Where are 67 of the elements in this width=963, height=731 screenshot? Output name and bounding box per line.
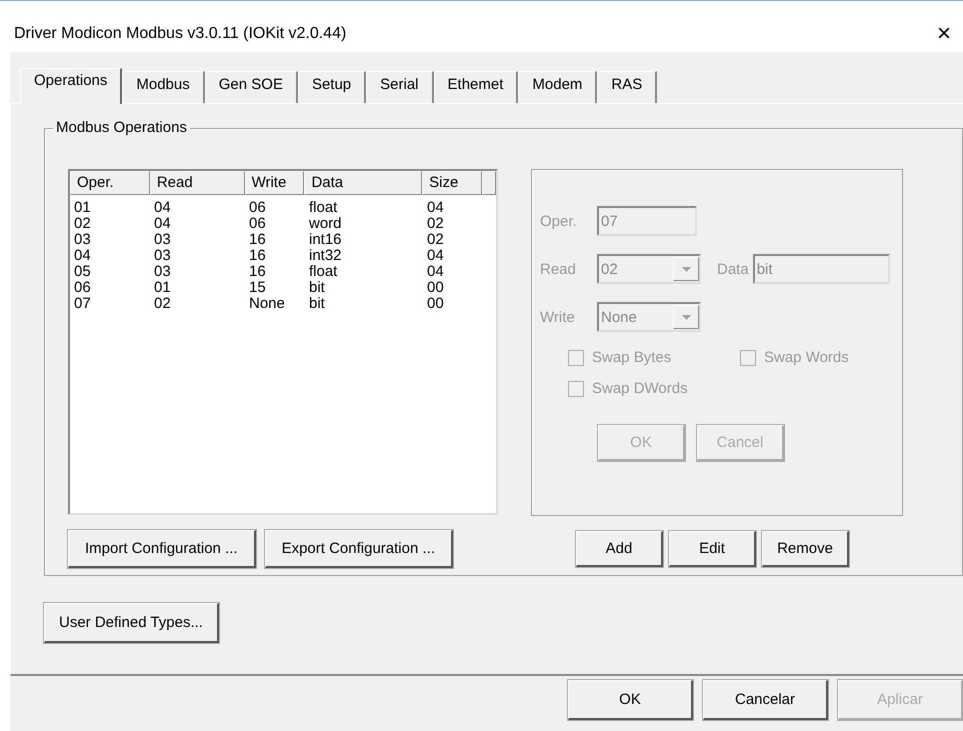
- tab[interactable]: Operations: [20, 68, 122, 104]
- table-cell-text: float: [308, 264, 338, 280]
- caret-icon: [682, 266, 690, 272]
- field-label: Data: [717, 260, 749, 278]
- table-cell-text: 02: [73, 216, 92, 232]
- window-title: Driver Modicon Modbus v3.0.11 (IOKit v2.0.44): [14, 24, 346, 42]
- table-cell-text: 06: [248, 200, 267, 216]
- table-cell-text: int32: [308, 248, 343, 264]
- table-cell-text: 04: [426, 248, 445, 264]
- table-cell-text: 03: [73, 232, 92, 248]
- operation-button[interactable]: Remove: [762, 531, 849, 567]
- table-cell-text: 00: [426, 280, 445, 296]
- field-label: Write: [540, 308, 576, 326]
- tab[interactable]: Gen SOE: [204, 71, 298, 103]
- table-cell-text: 16: [248, 248, 267, 264]
- table-cell-text: 06: [73, 280, 92, 296]
- table-cell-text: 16: [248, 232, 267, 248]
- column-header[interactable]: Data: [304, 171, 422, 195]
- caret-icon: [682, 314, 690, 320]
- empty-column-header: [482, 171, 496, 195]
- tab[interactable]: RAS: [597, 71, 658, 103]
- tab[interactable]: Ethemet: [434, 71, 518, 103]
- column-header[interactable]: Read: [150, 171, 245, 195]
- table-cell-text: 07: [73, 296, 92, 312]
- dialog-button[interactable]: Cancelar: [703, 680, 828, 720]
- tab[interactable]: Modem: [518, 71, 598, 103]
- table-cell-text: 00: [426, 296, 445, 312]
- table-cell-text: 04: [153, 200, 172, 216]
- table-cell-text: bit: [308, 296, 326, 312]
- table-cell-text: 01: [153, 280, 172, 296]
- user-defined-types-button[interactable]: User Defined Types...: [44, 603, 219, 643]
- field-label: Oper.: [540, 212, 578, 230]
- table-cell-text: 16: [248, 264, 267, 280]
- table-cell-text: 02: [153, 296, 172, 312]
- column-header[interactable]: Write: [244, 171, 304, 195]
- tab[interactable]: Modbus: [122, 71, 205, 103]
- dialog-button[interactable]: OK: [568, 680, 693, 720]
- table-cell-text: 04: [426, 200, 445, 216]
- table-cell-text: 04: [73, 248, 92, 264]
- table-cell-text: 04: [426, 264, 445, 280]
- table-cell-text: float: [308, 200, 338, 216]
- table-cell-text: 03: [153, 248, 172, 264]
- table-cell-text: 06: [248, 216, 267, 232]
- table-cell-text: bit: [308, 280, 326, 296]
- table-cell-text: 01: [73, 200, 92, 216]
- column-header[interactable]: Oper.: [70, 171, 150, 195]
- table-cell-text: 05: [73, 264, 92, 280]
- column-header[interactable]: Size: [422, 171, 482, 195]
- operation-button[interactable]: Add: [576, 531, 663, 567]
- table-cell-text: int16: [308, 232, 343, 248]
- table-cell-text: 03: [153, 232, 172, 248]
- table-cell-text: 03: [153, 264, 172, 280]
- tab[interactable]: Setup: [298, 71, 366, 103]
- configuration-button[interactable]: Import Configuration ...: [68, 530, 256, 568]
- configuration-button[interactable]: Export Configuration ...: [264, 530, 453, 568]
- table-cell-text: 02: [426, 232, 445, 248]
- tab[interactable]: Serial: [366, 71, 434, 103]
- table-cell-text: None: [248, 296, 286, 312]
- operation-button[interactable]: Edit: [669, 531, 756, 567]
- close-icon[interactable]: ×: [936, 20, 951, 48]
- group-title: Modbus Operations: [53, 119, 190, 136]
- table-cell-text: 15: [248, 280, 267, 296]
- table-cell-text: 02: [426, 216, 445, 232]
- operations-list[interactable]: Oper. Read Write Data Size 01 04 06 float 04 02 04 06 word 02 03 03 16 int16 02 04 03 16 int32 04 05 03 16 float 04 06 01 15 bit 00 07 02 None bit 00: [68, 169, 498, 515]
- field-label: Read: [540, 260, 577, 278]
- table-cell-text: word: [308, 216, 343, 232]
- table-cell-text: 04: [153, 216, 172, 232]
